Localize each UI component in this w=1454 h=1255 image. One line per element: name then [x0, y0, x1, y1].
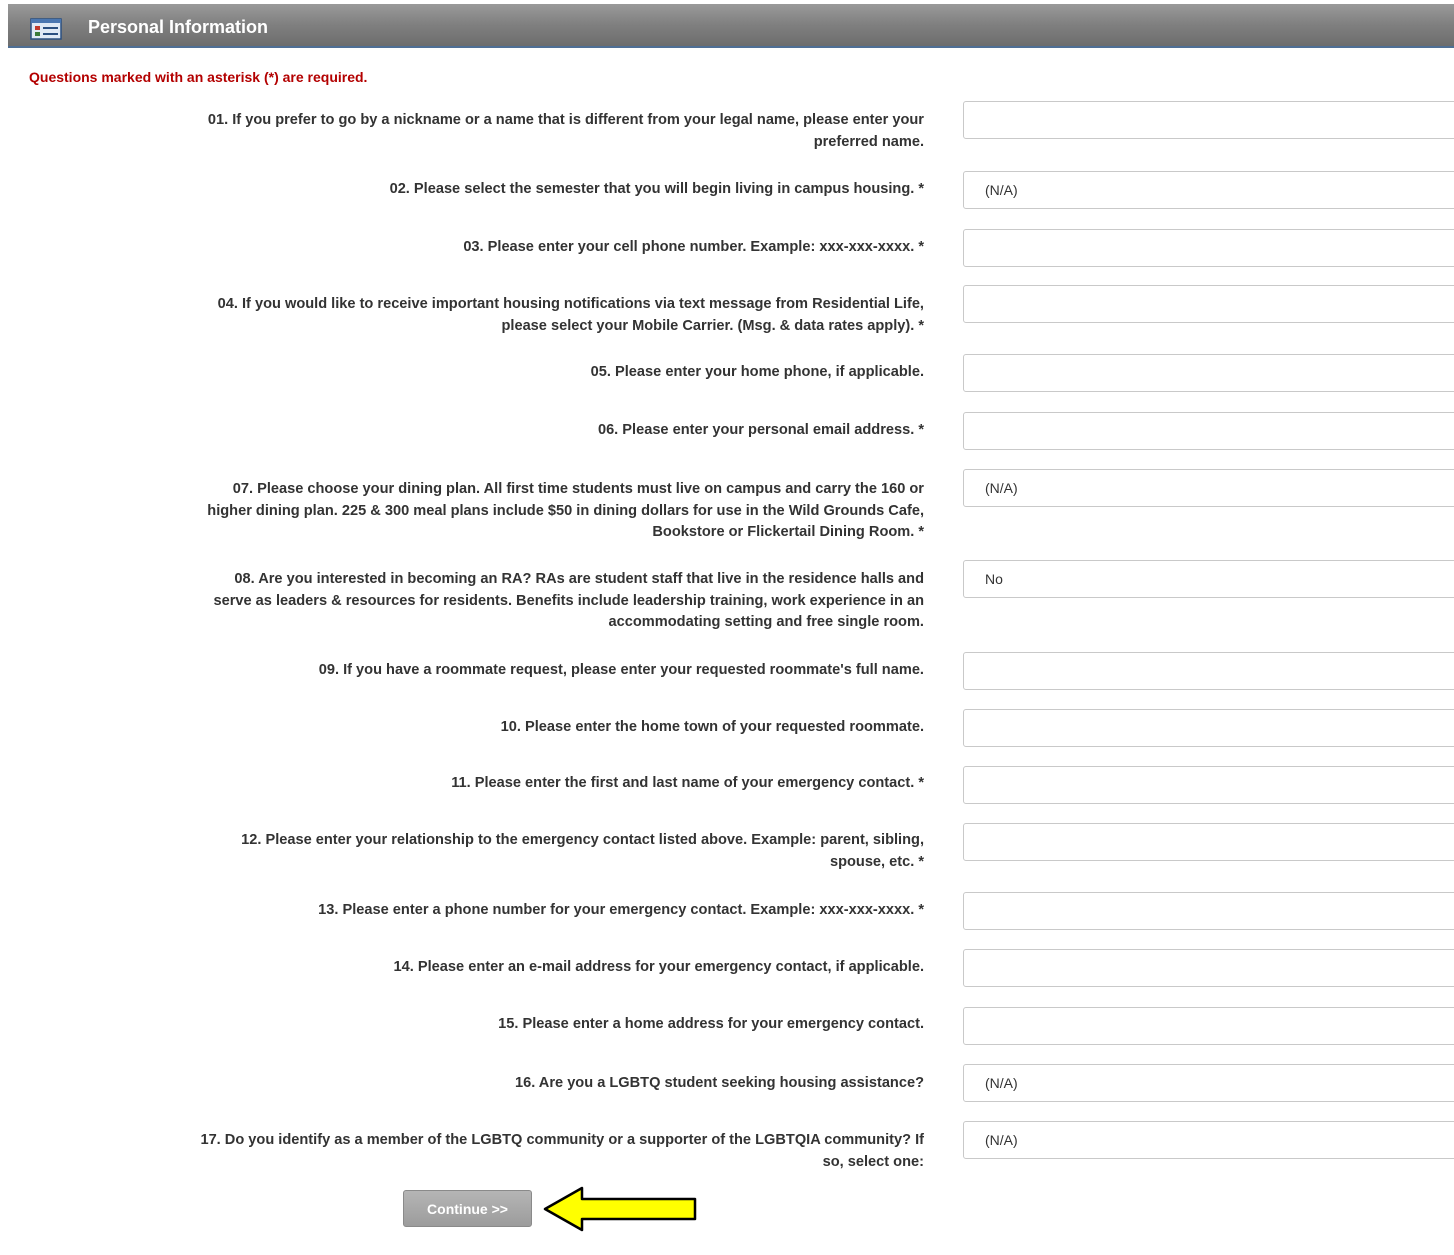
question-label: 16. Are you a LGBTQ student seeking hous… [19, 1073, 924, 1095]
question-label: 11. Please enter the first and last name… [19, 773, 924, 795]
question-label-line: 13. Please enter a phone number for your… [318, 902, 915, 918]
question-label: 15. Please enter a home address for your… [19, 1014, 924, 1036]
question-input[interactable] [963, 229, 1454, 267]
question-label-line: 04. If you would like to receive importa… [217, 296, 924, 312]
section-title: Personal Information [88, 17, 269, 37]
question-label-line: 06. Please enter your personal email add… [597, 422, 915, 438]
question-label-line: Bookstore or Flickertail Dining Room. [652, 524, 915, 540]
question-label-line: spouse, etc. [829, 853, 915, 870]
question-select[interactable]: (N/A) [963, 171, 1454, 209]
required-asterisk: * [918, 902, 924, 918]
question-label-line: 08. Are you interested in becoming an RA… [234, 571, 924, 587]
required-asterisk: * [918, 181, 924, 197]
question-input[interactable] [963, 823, 1454, 861]
question-input[interactable] [963, 652, 1454, 690]
question-label-line: accommodating setting and free single ro… [608, 614, 924, 630]
question-input[interactable] [963, 949, 1454, 987]
question-label: 08. Are you interested in becoming an RA… [19, 569, 924, 634]
required-asterisk: * [918, 775, 924, 791]
question-label: 04. If you would like to receive importa… [19, 294, 924, 337]
question-label-line: 02. Please select the semester that you … [389, 181, 915, 197]
required-asterisk: * [918, 422, 924, 438]
required-asterisk: * [918, 317, 924, 334]
question-label-line: so, select one: [822, 1153, 924, 1170]
required-note: Questions marked with an asterisk (*) ar… [29, 69, 368, 85]
question-select[interactable]: (N/A) [963, 1121, 1454, 1159]
question-label-line: 10. Please enter the home town of your r… [500, 719, 924, 735]
question-label: 02. Please select the semester that you … [19, 179, 924, 201]
question-label-line: 12. Please enter your relationship to th… [241, 832, 924, 848]
question-label-line: please select your Mobile Carrier. (Msg.… [501, 317, 915, 334]
question-label: 05. Please enter your home phone, if app… [19, 362, 924, 384]
question-label-line: 07. Please choose your dining plan. All … [232, 481, 924, 497]
question-label: 17. Do you identify as a member of the L… [19, 1130, 924, 1173]
question-label-line: higher dining plan. 225 & 300 meal plans… [207, 502, 924, 519]
question-label: 14. Please enter an e-mail address for y… [19, 957, 924, 979]
question-label: 13. Please enter a phone number for your… [19, 900, 924, 922]
question-input[interactable] [963, 709, 1454, 747]
required-asterisk: * [918, 853, 924, 870]
question-label-line: 15. Please enter a home address for your… [498, 1016, 924, 1032]
question-input[interactable] [963, 285, 1454, 323]
question-label: 12. Please enter your relationship to th… [19, 830, 924, 873]
question-select[interactable]: (N/A) [963, 1064, 1454, 1102]
question-input[interactable] [963, 412, 1454, 450]
question-input[interactable] [963, 1007, 1454, 1045]
section-header: Personal Information [8, 4, 1454, 48]
question-input[interactable] [963, 354, 1454, 392]
question-label-line: 17. Do you identify as a member of the L… [200, 1132, 924, 1148]
question-label: 06. Please enter your personal email add… [19, 420, 924, 442]
required-asterisk: * [918, 524, 924, 540]
question-label-line: 16. Are you a LGBTQ student seeking hous… [515, 1075, 924, 1091]
question-label-line: 01. If you prefer to go by a nickname or… [207, 112, 924, 128]
question-label: 07. Please choose your dining plan. All … [19, 479, 924, 544]
continue-button[interactable]: Continue >> [403, 1190, 532, 1227]
question-label-line: preferred name. [813, 133, 924, 150]
question-select[interactable]: No [963, 560, 1454, 598]
question-label: 09. If you have a roommate request, plea… [19, 660, 924, 682]
question-label: 10. Please enter the home town of your r… [19, 717, 924, 739]
question-label-line: 09. If you have a roommate request, plea… [318, 662, 924, 678]
question-input[interactable] [963, 892, 1454, 930]
question-label-line: serve as leaders & resources for residen… [213, 592, 924, 609]
question-input[interactable] [963, 766, 1454, 804]
question-input[interactable] [963, 101, 1454, 139]
form-list-icon [30, 18, 62, 40]
question-label: 01. If you prefer to go by a nickname or… [19, 110, 924, 153]
question-label: 03. Please enter your cell phone number.… [19, 237, 924, 259]
question-label-line: 11. Please enter the first and last name… [451, 775, 915, 791]
question-label-line: 14. Please enter an e-mail address for y… [393, 959, 924, 975]
required-asterisk: * [918, 239, 924, 255]
arrow-left-icon [543, 1186, 697, 1232]
question-select[interactable]: (N/A) [963, 469, 1454, 507]
question-label-line: 05. Please enter your home phone, if app… [590, 364, 924, 380]
question-label-line: 03. Please enter your cell phone number.… [463, 239, 915, 255]
